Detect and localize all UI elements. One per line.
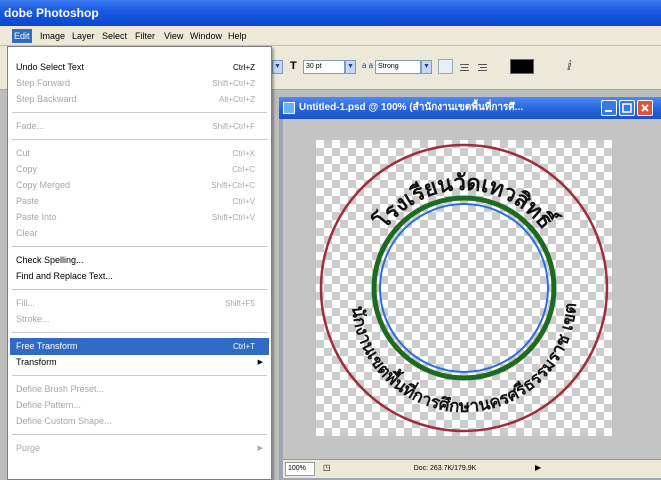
submenu-arrow-icon: ▶ bbox=[257, 359, 263, 366]
text-color-swatch[interactable] bbox=[510, 59, 534, 74]
antialias-field[interactable]: Strong bbox=[375, 60, 421, 74]
align-right-icon[interactable] bbox=[474, 59, 489, 74]
maximize-button[interactable] bbox=[619, 100, 635, 116]
font-style-dropdown[interactable]: ▼ bbox=[272, 60, 283, 74]
app-title-bar: dobe Photoshop bbox=[0, 0, 661, 26]
menu-view[interactable]: View bbox=[162, 29, 185, 43]
menu-item-define-shape[interactable]: Define Custom Shape... bbox=[10, 413, 269, 430]
menu-item-undo[interactable]: Undo Select Text Ctrl+Z bbox=[10, 59, 269, 76]
font-size-field[interactable]: 30 pt bbox=[303, 60, 345, 74]
menu-separator bbox=[12, 246, 267, 247]
menu-item-copy-merged[interactable]: Copy Merged Shift+Ctrl+C bbox=[10, 177, 269, 194]
menu-item-purge[interactable]: Purge ▶ bbox=[10, 440, 269, 457]
minimize-button[interactable] bbox=[601, 100, 617, 116]
menu-item-transform[interactable]: Transform ▶ bbox=[10, 354, 269, 371]
menu-separator bbox=[12, 289, 267, 290]
menu-separator bbox=[12, 139, 267, 140]
menu-filter[interactable]: Filter bbox=[133, 29, 157, 43]
antialias-icon: a a bbox=[362, 61, 374, 70]
menu-image[interactable]: Image bbox=[38, 29, 67, 43]
menu-item-free-transform[interactable]: Free Transform Ctrl+T bbox=[10, 338, 269, 355]
seal-graphic: โรงเรียนวัดเทวสิทธิ์ สำนักงานเขตพื้นที่ก… bbox=[306, 125, 609, 433]
close-button[interactable] bbox=[637, 100, 653, 116]
menu-item-stroke[interactable]: Stroke... bbox=[10, 311, 269, 328]
inner-ring bbox=[379, 203, 549, 373]
menu-separator bbox=[12, 332, 267, 333]
warp-text-icon[interactable]: ⅈ bbox=[567, 58, 572, 74]
menu-item-clear[interactable]: Clear bbox=[10, 225, 269, 242]
doc-size: Doc: 263.7K/179.9K bbox=[413, 465, 477, 472]
document-icon bbox=[283, 102, 295, 114]
menu-window[interactable]: Window bbox=[188, 29, 224, 43]
align-left-icon[interactable] bbox=[438, 59, 453, 74]
transparent-canvas[interactable]: โรงเรียนวัดเทวสิทธิ์ สำนักงานเขตพื้นที่ก… bbox=[306, 125, 612, 436]
app-title: dobe Photoshop bbox=[4, 6, 99, 20]
menu-item-step-forward[interactable]: Step Forward Shift+Ctrl+Z bbox=[10, 75, 269, 92]
canvas-area: โรงเรียนวัดเทวสิทธิ์ สำนักงานเขตพื้นที่ก… bbox=[283, 119, 661, 459]
submenu-arrow-icon: ▶ bbox=[257, 445, 263, 452]
menu-layer[interactable]: Layer bbox=[70, 29, 97, 43]
menu-item-paste-into[interactable]: Paste Into Shift+Ctrl+V bbox=[10, 209, 269, 226]
menu-item-step-backward[interactable]: Step Backward Alt+Ctrl+Z bbox=[10, 91, 269, 108]
menu-item-define-pattern[interactable]: Define Pattern... bbox=[10, 397, 269, 414]
menu-item-fill[interactable]: Fill... Shift+F5 bbox=[10, 295, 269, 312]
menu-separator bbox=[12, 112, 267, 113]
menu-item-check-spelling[interactable]: Check Spelling... bbox=[10, 252, 269, 269]
antialias-dropdown[interactable]: ▼ bbox=[421, 60, 432, 74]
menu-edit[interactable]: Edit bbox=[12, 29, 32, 43]
menu-separator bbox=[12, 434, 267, 435]
edit-menu: Undo Select Text Ctrl+Z Step Forward Shift… bbox=[7, 46, 272, 480]
status-menu-icon[interactable]: ◳ bbox=[323, 463, 331, 472]
menu-item-cut[interactable]: Cut Ctrl+X bbox=[10, 145, 269, 162]
menu-item-fade[interactable]: Fade... Shift+Ctrl+F bbox=[10, 118, 269, 135]
menu-item-copy[interactable]: Copy Ctrl+C bbox=[10, 161, 269, 178]
menu-item-find-replace[interactable]: Find and Replace Text... bbox=[10, 268, 269, 285]
font-size-icon: T bbox=[290, 60, 297, 72]
align-center-icon[interactable] bbox=[456, 59, 471, 74]
middle-ring bbox=[371, 195, 557, 381]
menu-separator bbox=[12, 375, 267, 376]
menu-help[interactable]: Help bbox=[226, 29, 249, 43]
menu-select[interactable]: Select bbox=[100, 29, 129, 43]
menu-item-define-brush[interactable]: Define Brush Preset... bbox=[10, 381, 269, 398]
status-arrow-icon[interactable]: ▶ bbox=[535, 463, 541, 472]
zoom-field[interactable]: 100% bbox=[285, 462, 315, 476]
menu-item-paste[interactable]: Paste Ctrl+V bbox=[10, 193, 269, 210]
menu-bar: Edit Image Layer Select Filter View Wind… bbox=[0, 26, 661, 46]
document-title: Untitled-1.psd @ 100% (สำนักงานเขตพื้นที… bbox=[299, 102, 524, 113]
font-size-dropdown[interactable]: ▼ bbox=[345, 60, 356, 74]
status-bar: 100% ◳ Doc: 263.7K/179.9K ▶ bbox=[283, 459, 661, 478]
document-window: Untitled-1.psd @ 100% (สำนักงานเขตพื้นที… bbox=[279, 97, 661, 480]
